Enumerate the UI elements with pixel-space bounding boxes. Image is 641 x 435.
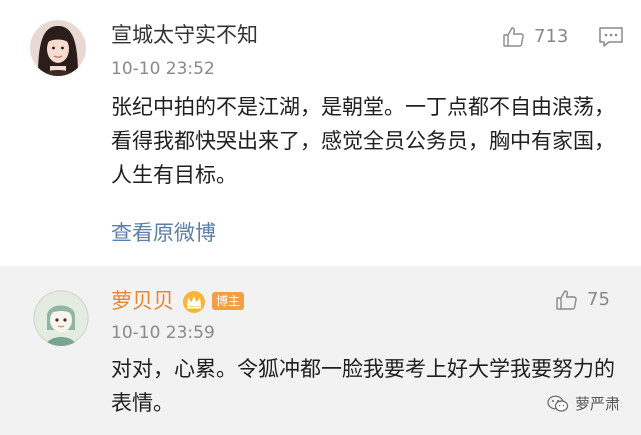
- comment-time: 10-10 23:52: [111, 59, 215, 79]
- comment-reply-icon[interactable]: [598, 26, 624, 52]
- like-count: 75: [587, 289, 610, 310]
- comment-text: 对对，心累。令狐冲都一脸我要考上好大学我要努力的表情。: [111, 357, 615, 415]
- blogger-badge: 博主: [212, 292, 245, 310]
- comment-item: 宣城太守实不知 10-10 23:52 713 张纪中拍的不是江湖，是朝堂。一丁…: [0, 0, 641, 266]
- username[interactable]: 萝贝贝: [111, 289, 174, 313]
- comment-text: 张纪中拍的不是江湖，是朝堂。一丁点都不自由浪荡，看得我都快哭出来了，感觉全员公务…: [111, 95, 615, 187]
- comment-time: 10-10 23:59: [111, 323, 215, 343]
- like-count: 713: [534, 26, 569, 47]
- username[interactable]: 宣城太守实不知: [111, 23, 258, 47]
- watermark-text: 萝严肃: [575, 395, 621, 413]
- watermark: 萝严肃: [547, 394, 620, 414]
- view-original-link[interactable]: 查看原微博: [111, 218, 216, 248]
- avatar[interactable]: [33, 290, 89, 346]
- like-button[interactable]: 713: [502, 25, 568, 49]
- thumbs-up-icon: [503, 27, 524, 47]
- thumbs-up-icon: [556, 290, 577, 310]
- wechat-icon: [547, 395, 569, 412]
- comment-item: 萝贝贝 博主 10-10 23:59 75 对对，心累。令狐冲都一脸我要考上好大…: [0, 266, 641, 435]
- vip-crown-icon: [181, 290, 207, 318]
- like-button[interactable]: 75: [555, 288, 610, 312]
- avatar[interactable]: [30, 20, 86, 76]
